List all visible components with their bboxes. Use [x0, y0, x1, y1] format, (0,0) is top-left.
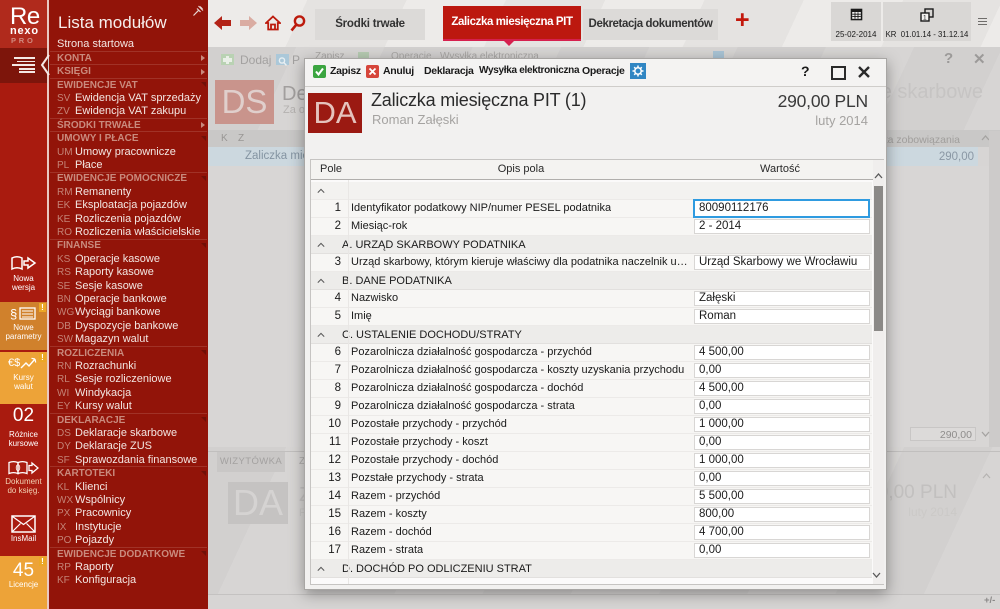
svg-text:€$: €$ [8, 357, 20, 369]
svg-text:§: § [10, 307, 17, 322]
svg-text:0: 0 [16, 463, 21, 473]
svg-text:1: 1 [923, 15, 927, 22]
